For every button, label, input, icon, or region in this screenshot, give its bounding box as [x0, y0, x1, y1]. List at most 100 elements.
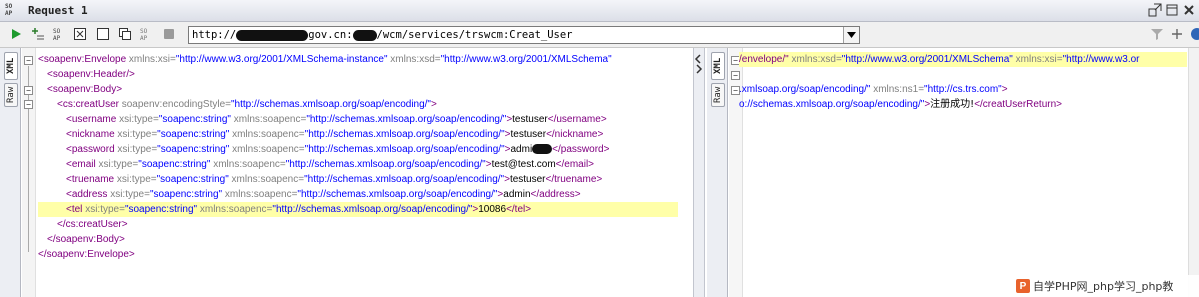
field-open-tag: <username: [66, 114, 117, 125]
soapenc-ns-value: "http://schemas.xmlsoap.org/soap/encodin…: [304, 129, 505, 140]
copy-icon[interactable]: [118, 27, 132, 41]
xsi-type-attr: xsi:type=: [117, 129, 158, 140]
run-icon[interactable]: [9, 27, 23, 41]
soapenc-ns-value: "http://schemas.xmlsoap.org/soap/encodin…: [306, 114, 507, 125]
url-dropdown-button[interactable]: [843, 27, 859, 43]
code-line: <cs:creatUser soapenv:encodingStyle="htt…: [57, 99, 437, 110]
tab-response-raw[interactable]: Raw: [711, 83, 725, 107]
field-close-tag: </tel>: [506, 204, 532, 215]
add-assertion-icon[interactable]: [31, 27, 45, 41]
soapenc-ns-attr: xmlns:soapenc=: [232, 129, 305, 140]
fold-toggle-icon[interactable]: −: [24, 100, 33, 109]
request-toolbar: SO AP SO AP http://gov.cn:/wcm/services/tr…: [0, 22, 1199, 48]
code-line: </soapenv:Envelope>: [38, 249, 135, 260]
code-line: <password xsi:type="soapenc:string" xmln…: [38, 142, 678, 157]
soapenc-ns-attr: xmlns:soapenc=: [224, 189, 298, 200]
xsi-type-attr: xsi:type=: [116, 174, 157, 185]
code-line: </soapenv:Body>: [47, 234, 125, 245]
code-line: <email xsi:type="soapenc:string" xmlns:s…: [38, 157, 678, 172]
request-fold-gutter: − − −: [22, 48, 36, 297]
detach-icon[interactable]: [1148, 3, 1162, 17]
xsi-type-value: "soapenc:string": [138, 159, 211, 170]
soapenc-ns-attr: xmlns:soapenc=: [231, 174, 305, 185]
soap-options-icon[interactable]: SO AP: [53, 27, 67, 41]
fold-toggle-icon[interactable]: −: [24, 86, 33, 95]
new-window-icon[interactable]: [96, 27, 110, 41]
svg-text:SO: SO: [140, 28, 148, 35]
xsi-type-value: "soapenc:string": [157, 129, 230, 140]
request-view-tabs: XML Raw: [0, 48, 21, 297]
field-open-tag: <nickname: [66, 129, 115, 140]
redacted-password: [532, 144, 553, 155]
code-line: <soapenv:Body>: [47, 84, 123, 95]
code-line: <truename xsi:type="soapenc:string" xmln…: [38, 172, 678, 187]
xsi-type-attr: xsi:type=: [119, 114, 159, 125]
field-open-tag: <password: [66, 144, 115, 155]
collapse-arrows-icon: [694, 54, 703, 74]
site-watermark: P 自学PHP网_php学习_php教: [1014, 275, 1199, 297]
code-line: .xmlsoap.org/soap/encoding/" xmlns:ns1="…: [739, 84, 1008, 95]
filter-icon[interactable]: [1150, 27, 1164, 41]
add-icon[interactable]: [1170, 27, 1184, 41]
soapenc-ns-attr: xmlns:soapenc=: [199, 204, 273, 215]
svg-text:AP: AP: [53, 35, 61, 41]
redacted-port: [352, 29, 377, 41]
endpoint-url-text: http:// gov.cn: /wcm/services/trswcm:Creat…: [192, 29, 573, 41]
watermark-text: 自学PHP网_php学习_php教: [1033, 280, 1174, 293]
code-line: </cs:creatUser>: [57, 219, 128, 230]
url-domain: gov.cn:: [308, 29, 353, 41]
xsi-type-value: "soapenc:string": [156, 174, 229, 185]
field-close-tag: </nickname>: [546, 129, 604, 140]
xsi-type-value: "soapenc:string": [149, 189, 223, 200]
field-open-tag: <email: [66, 159, 96, 170]
help-icon[interactable]: [1190, 27, 1199, 41]
url-path: /wcm/services/trswcm:Creat_User: [376, 29, 573, 41]
svg-text:AP: AP: [140, 35, 148, 41]
endpoint-url-field[interactable]: http:// gov.cn: /wcm/services/trswcm:Creat…: [188, 26, 860, 44]
create-empty-icon[interactable]: [73, 27, 87, 41]
chevron-down-icon: [847, 32, 856, 38]
xsi-type-value: "soapenc:string": [158, 114, 231, 125]
xsi-type-attr: xsi:type=: [85, 204, 125, 215]
soap-clone-icon[interactable]: SO AP: [140, 27, 154, 41]
field-close-tag: </address>: [530, 189, 581, 200]
field-value: admin: [503, 189, 531, 200]
tab-request-xml[interactable]: XML: [4, 52, 18, 80]
tab-request-raw[interactable]: Raw: [4, 83, 18, 107]
xsi-type-value: "soapenc:string": [157, 144, 230, 155]
soap-request-icon: SO AP: [5, 3, 13, 17]
soapenc-ns-attr: xmlns:soapenc=: [233, 114, 307, 125]
redacted-host: [236, 29, 309, 41]
window-title: Request 1: [28, 4, 88, 17]
tab-response-xml[interactable]: XML: [711, 52, 725, 80]
request-xml-editor[interactable]: <soapenv:Envelope xmlns:xsi="http://www.…: [38, 52, 678, 297]
soapenc-ns-attr: xmlns:soapenc=: [213, 159, 286, 170]
xsi-type-value: "soapenc:string": [124, 204, 198, 215]
title-bar: SO AP Request 1: [0, 0, 1199, 22]
vertical-scrollbar[interactable]: [1188, 48, 1199, 297]
stop-icon[interactable]: [162, 27, 176, 41]
xsi-type-attr: xsi:type=: [110, 189, 150, 200]
xsi-type-attr: xsi:type=: [117, 144, 158, 155]
pane-splitter[interactable]: [693, 48, 705, 297]
soapenc-ns-attr: xmlns:soapenc=: [232, 144, 305, 155]
xsi-type-attr: xsi:type=: [98, 159, 139, 170]
response-view-tabs: XML Raw: [707, 48, 728, 297]
close-icon[interactable]: [1182, 3, 1196, 17]
field-value: admi: [510, 144, 533, 155]
soapenc-ns-value: "http://schemas.xmlsoap.org/soap/encodin…: [272, 204, 473, 215]
maximize-icon[interactable]: [1165, 3, 1179, 17]
code-line: <nickname xsi:type="soapenc:string" xmln…: [38, 127, 678, 142]
field-open-tag: <address: [66, 189, 108, 200]
field-close-tag: </truename>: [545, 174, 603, 185]
field-close-tag: </email>: [555, 159, 595, 170]
code-line: <username xsi:type="soapenc:string" xmln…: [38, 112, 678, 127]
field-value: testuser: [512, 114, 548, 125]
soapenc-ns-value: "http://schemas.xmlsoap.org/soap/encodin…: [304, 144, 505, 155]
field-value: testuser: [509, 174, 546, 185]
fold-toggle-icon[interactable]: −: [24, 56, 33, 65]
code-line: <tel xsi:type="soapenc:string" xmlns:soa…: [38, 202, 678, 217]
field-value: testuser: [510, 129, 547, 140]
field-value: test@test.com: [491, 159, 556, 170]
response-xml-viewer[interactable]: /envelope/" xmlns:xsd="http://www.w3.org…: [739, 52, 1187, 297]
